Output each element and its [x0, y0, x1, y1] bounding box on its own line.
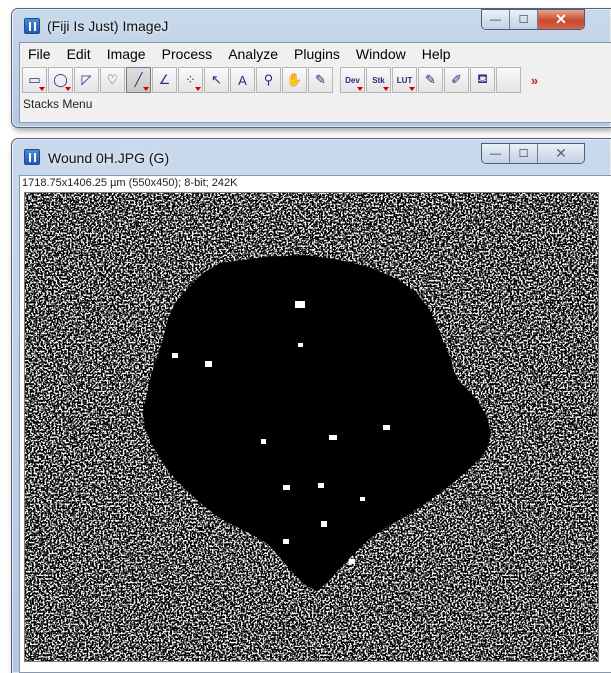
menu-image[interactable]: Image: [99, 46, 154, 62]
line-tool[interactable]: ╱: [126, 67, 151, 93]
more-tools-button[interactable]: »: [522, 67, 547, 93]
angle-tool[interactable]: ∠: [152, 67, 177, 93]
lut-menu-icon: LUT: [396, 75, 413, 85]
imagej-window-title: (Fiji Is Just) ImageJ: [47, 18, 169, 34]
menu-bar: File Edit Image Process Analyze Plugins …: [20, 43, 611, 65]
freehand-icon: ♡: [106, 72, 119, 87]
paintbrush-tool[interactable]: ✐: [444, 67, 469, 93]
text-tool[interactable]: A: [230, 67, 255, 93]
image-window-title: Wound 0H.JPG (G): [48, 150, 170, 166]
imagej-main-window: (Fiji Is Just) ImageJ — ☐ ✕ File Edit Im…: [11, 8, 611, 128]
maximize-button[interactable]: ☐: [510, 10, 538, 29]
image-client-area: 1718.75x1406.25 µm (550x450); 8-bit; 242…: [19, 175, 611, 673]
rectangle-icon: ▭: [28, 72, 41, 87]
color-picker-icon: ✎: [315, 72, 326, 87]
flood-fill-icon: ⛾: [477, 71, 488, 86]
dropdown-indicator: [409, 87, 415, 91]
dropdown-indicator: [39, 87, 45, 91]
dropdown-indicator: [357, 87, 363, 91]
pencil-tool[interactable]: ✎: [418, 67, 443, 93]
dev-menu-icon: Dev: [345, 75, 360, 85]
angle-icon: ∠: [158, 72, 171, 87]
dropdown-indicator: [143, 87, 149, 91]
image-close-button[interactable]: ✕: [538, 144, 584, 163]
imagej-client-area: File Edit Image Process Analyze Plugins …: [19, 42, 611, 123]
image-caption-buttons: — ☐ ✕: [481, 143, 585, 164]
dropdown-indicator: [383, 87, 389, 91]
text-icon: A: [238, 72, 247, 88]
rectangle-tool[interactable]: ▭: [22, 67, 47, 93]
image-titlebar[interactable]: Wound 0H.JPG (G) — ☐ ✕: [12, 139, 611, 173]
image-minimize-button[interactable]: —: [482, 144, 510, 163]
freehand-tool[interactable]: ♡: [100, 67, 125, 93]
empty-tool-slot: [496, 67, 521, 93]
magnifier-icon: ⚲: [263, 72, 274, 87]
image-info-line: 1718.75x1406.25 µm (550x450); 8-bit; 242…: [22, 177, 238, 189]
stk-menu-icon: Stk: [372, 75, 385, 85]
menu-window[interactable]: Window: [348, 46, 414, 62]
image-maximize-button[interactable]: ☐: [510, 144, 538, 163]
paintbrush-icon: ✐: [451, 72, 462, 87]
point-tool[interactable]: ⁘: [178, 67, 203, 93]
dropdown-indicator: [65, 87, 71, 91]
imagej-caption-buttons: — ☐ ✕: [481, 9, 585, 30]
close-button[interactable]: ✕: [538, 10, 584, 29]
menu-analyze[interactable]: Analyze: [220, 46, 286, 62]
image-canvas[interactable]: [24, 192, 599, 662]
point-icon: ⁘: [185, 72, 196, 87]
menu-plugins[interactable]: Plugins: [286, 46, 348, 62]
imagej-titlebar[interactable]: (Fiji Is Just) ImageJ — ☐ ✕: [12, 9, 611, 43]
wand-icon: ↖: [211, 72, 222, 87]
hand-tool[interactable]: ✋: [282, 67, 307, 93]
binary-wound-image: [25, 193, 598, 661]
tool-bar: ▭ ◯ ◸ ♡ ╱ ∠ ⁘ ↖ A ⚲ ✋ ✎ Dev Stk LUT ✎ ✐ ⛾ »: [22, 67, 548, 95]
polygon-icon: ◸: [81, 72, 92, 87]
image-window-icon: [24, 149, 40, 165]
menu-file[interactable]: File: [20, 46, 59, 62]
wand-tool[interactable]: ↖: [204, 67, 229, 93]
line-icon: ╱: [134, 72, 143, 87]
pencil-icon: ✎: [425, 72, 436, 87]
imagej-app-icon: [24, 18, 40, 34]
polygon-tool[interactable]: ◸: [74, 67, 99, 93]
hand-icon: ✋: [286, 72, 303, 87]
image-window: Wound 0H.JPG (G) — ☐ ✕ 1718.75x1406.25 µ…: [11, 138, 611, 673]
minimize-button[interactable]: —: [482, 10, 510, 29]
menu-process[interactable]: Process: [154, 46, 221, 62]
color-picker-tool[interactable]: ✎: [308, 67, 333, 93]
menu-edit[interactable]: Edit: [59, 46, 99, 62]
oval-tool[interactable]: ◯: [48, 67, 73, 93]
flood-fill-tool[interactable]: ⛾: [470, 67, 495, 93]
lut-menu-tool[interactable]: LUT: [392, 67, 417, 93]
menu-help[interactable]: Help: [414, 46, 459, 62]
status-bar-text: Stacks Menu: [23, 97, 93, 111]
dropdown-indicator: [195, 87, 201, 91]
stk-menu-tool[interactable]: Stk: [366, 67, 391, 93]
dev-menu-tool[interactable]: Dev: [340, 67, 365, 93]
magnifier-tool[interactable]: ⚲: [256, 67, 281, 93]
oval-icon: ◯: [53, 72, 68, 87]
